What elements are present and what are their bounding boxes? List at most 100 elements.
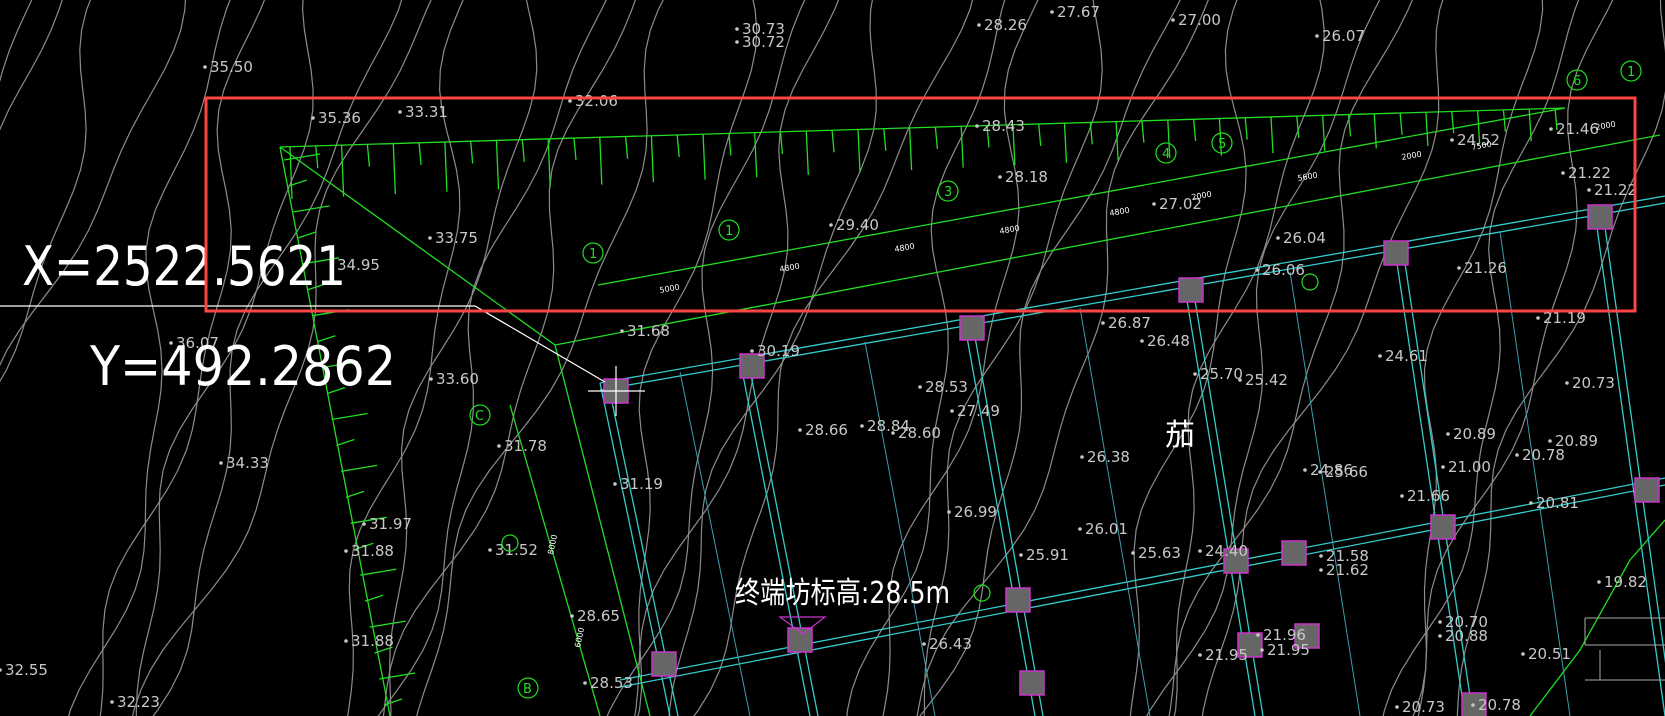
elevation-label: 32.55 [5,661,48,679]
elevation-label: 21.62 [1326,561,1369,579]
elevation-point [1521,652,1525,656]
elevation-point [1303,468,1307,472]
elevation-point [570,614,574,618]
elevation-point [1438,620,1442,624]
elevation-point [568,99,572,103]
elevation-label: 26.87 [1108,314,1151,332]
elevation-point [1193,372,1197,376]
elevation-label: 26.04 [1283,229,1326,247]
elevation-point [947,510,951,514]
elevation-point [798,428,802,432]
elevation-label: 26.48 [1147,332,1190,350]
elevation-point [1078,527,1082,531]
column-marker [1383,240,1409,266]
column-marker [1634,477,1660,503]
axis-marker-label: 3 [944,185,952,200]
elevation-point [1319,554,1323,558]
elevation-point [1319,568,1323,572]
elevation-point [1515,453,1519,457]
elevation-point [219,461,223,465]
elevation-label: 21.95 [1205,646,1248,664]
elevation-label: 27.00 [1178,11,1221,29]
column-marker [959,315,985,341]
column-marker [651,651,677,677]
elevation-point [1318,470,1322,474]
elevation-point [829,223,833,227]
elevation-label: 21.66 [1407,487,1450,505]
elevation-label: 21.95 [1267,641,1310,659]
elevation-label: 21.22 [1568,164,1611,182]
elevation-point [977,23,981,27]
elevation-label: 30.72 [742,33,785,51]
axis-marker-label: B [523,682,532,697]
elevation-label: 21.00 [1448,458,1491,476]
elevation-label: 25.70 [1200,365,1243,383]
elevation-label: 26.43 [929,635,972,653]
elevation-point [1255,268,1259,272]
column-marker [1430,514,1456,540]
column-marker [1587,204,1613,230]
elevation-point [1101,321,1105,325]
elevation-point [1238,378,1242,382]
elevation-point [1587,188,1591,192]
elevation-point [1276,236,1280,240]
elevation-label: 26.99 [954,503,997,521]
elevation-point [1450,138,1454,142]
elevation-label: 26.38 [1087,448,1130,466]
elevation-label: 31.88 [351,632,394,650]
elevation-label: 20.89 [1453,425,1496,443]
elevation-point [583,681,587,685]
elevation-point [1471,703,1475,707]
elevation-point [488,548,492,552]
axis-marker-label: 1 [1627,65,1635,80]
elevation-point [203,65,207,69]
elevation-point [398,110,402,114]
elevation-point [1019,553,1023,557]
elevation-point [750,349,754,353]
elevation-label: 19.82 [1604,573,1647,591]
axis-marker-label: 1 [725,224,733,239]
elevation-label: 33.31 [405,103,448,121]
elevation-label: 24.40 [1205,542,1248,560]
column-marker [1178,277,1204,303]
axis-marker-label: 1 [589,247,597,262]
elevation-point [110,700,114,704]
elevation-point [918,385,922,389]
elevation-point [1441,465,1445,469]
axis-marker-label: 6 [1573,74,1581,89]
elevation-point [613,482,617,486]
elevation-label: 25.42 [1245,371,1288,389]
elevation-label: 25.91 [1026,546,1069,564]
elevation-label: 28.65 [577,607,620,625]
elevation-point [1198,653,1202,657]
coordinate-x-label: X=2522.5621 [22,235,346,298]
elevation-label: 30.19 [757,342,800,360]
column-marker [1019,670,1045,696]
elevation-label: 28.18 [1005,168,1048,186]
vertical-note: 茄 [1165,418,1195,453]
elevation-label: 21.22 [1594,181,1637,199]
elevation-point [1256,633,1260,637]
cad-drawing-canvas[interactable]: 35.5035.36 33.3132.0630.7330.7228.2627.67… [0,0,1665,716]
elevation-point [922,642,926,646]
terminal-elevation-label: 终端坊标高:28.5m [735,576,950,611]
elevation-point [1457,266,1461,270]
elevation-label: 35.50 [210,58,253,76]
elevation-label: 34.33 [226,454,269,472]
elevation-label: 28.53 [590,674,633,692]
elevation-point [735,27,739,31]
elevation-point [1378,354,1382,358]
elevation-point [860,424,864,428]
elevation-label: 28.43 [982,117,1025,135]
elevation-label: 25.63 [1138,544,1181,562]
elevation-label: 26.01 [1085,520,1128,538]
elevation-point [1152,202,1156,206]
elevation-label: 26.06 [1262,261,1305,279]
elevation-label: 20.88 [1445,627,1488,645]
elevation-label: 20.73 [1572,374,1615,392]
elevation-point [497,444,501,448]
elevation-point [1548,439,1552,443]
elevation-point [1561,171,1565,175]
elevation-label: 20.81 [1536,494,1579,512]
elevation-label: 31.68 [627,322,670,340]
